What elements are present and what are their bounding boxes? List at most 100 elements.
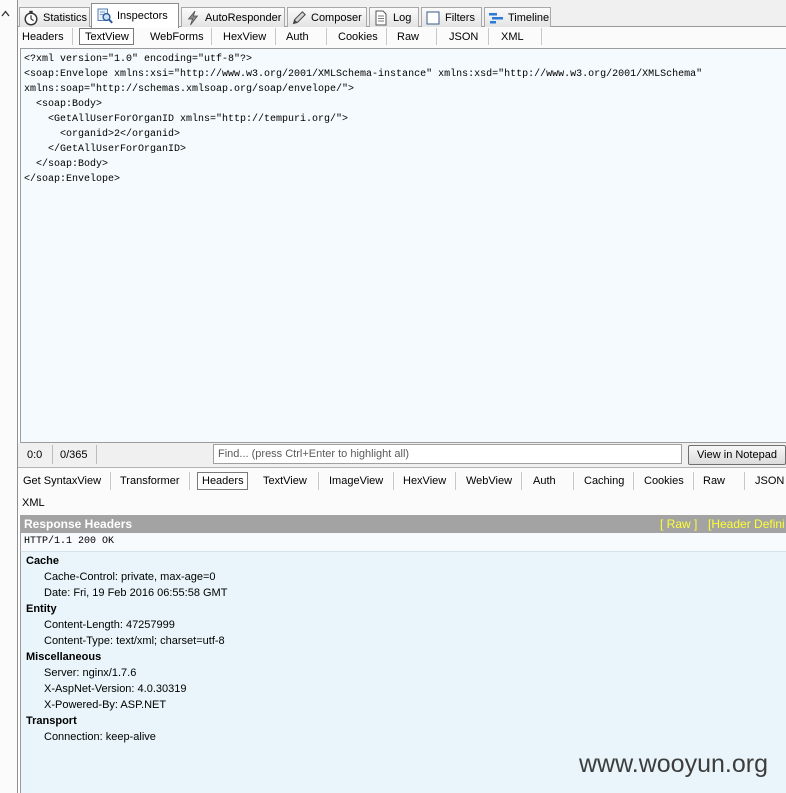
tab-autoresponder[interactable]: AutoResponder — [181, 7, 285, 27]
fiddler-inspectors-window: Statistics Inspectors AutoResponder Comp… — [0, 0, 786, 793]
tab-inspectors[interactable]: Inspectors — [91, 3, 179, 28]
tab-filters[interactable]: Filters — [421, 7, 482, 27]
response-tab-webview[interactable]: WebView — [456, 472, 522, 490]
request-tab-auth[interactable]: Auth — [276, 28, 327, 45]
tab-label: Auth — [286, 30, 309, 43]
stopwatch-icon — [23, 10, 39, 26]
header-item[interactable]: Connection: keep-alive — [21, 729, 786, 745]
checkbox-icon — [425, 10, 441, 26]
header-group-cache[interactable]: Cache — [21, 553, 786, 569]
tab-label: WebForms — [150, 30, 204, 43]
tab-label: Caching — [584, 475, 625, 487]
timeline-icon — [488, 10, 504, 26]
chevron-up-icon[interactable] — [1, 9, 10, 18]
tab-inspectors-label: Inspectors — [117, 10, 168, 22]
inspector-icon — [97, 8, 113, 24]
response-tab-xml[interactable]: XML — [19, 494, 59, 511]
tab-statistics-label: Statistics — [43, 11, 88, 24]
tab-label: JSON — [449, 30, 479, 43]
tab-label: XML — [501, 30, 524, 43]
request-tab-headers[interactable]: Headers — [19, 28, 73, 45]
view-in-notepad-button[interactable]: View in Notepad — [688, 445, 786, 465]
request-tab-textview[interactable]: TextView — [79, 28, 134, 45]
tab-label: HexView — [403, 475, 447, 487]
request-tab-raw[interactable]: Raw — [387, 28, 437, 45]
tab-label: Raw — [703, 475, 726, 487]
request-tab-cookies[interactable]: Cookies — [327, 28, 387, 45]
response-tab-headers[interactable]: Headers — [197, 472, 248, 490]
code-line: </soap:Envelope> — [24, 174, 121, 185]
watermark: www.wooyun.org — [579, 750, 768, 778]
response-tab-hexview[interactable]: HexView — [394, 472, 456, 490]
selection-count: 0/365 — [53, 445, 97, 464]
response-tab-raw[interactable]: Raw — [694, 472, 745, 490]
tab-label: Cookies — [644, 475, 684, 487]
code-line: </GetAllUserForOrganID> — [24, 144, 187, 155]
request-tab-json[interactable]: JSON — [437, 28, 489, 45]
tab-label: XML — [22, 496, 45, 509]
tab-label: Headers — [202, 475, 244, 487]
code-line: <GetAllUserForOrganID xmlns="http://temp… — [24, 114, 349, 125]
response-tab-caching[interactable]: Caching — [574, 472, 634, 490]
caret-position: 0:0 — [21, 445, 53, 464]
response-headers-title: Response Headers — [24, 517, 133, 531]
response-tab-cookies[interactable]: Cookies — [634, 472, 694, 490]
response-tab-imageview[interactable]: ImageView — [319, 472, 394, 490]
request-tab-hexview[interactable]: HexView — [212, 28, 276, 45]
tab-log-label: Log — [393, 11, 412, 24]
header-item[interactable]: Server: nginx/1.7.6 — [21, 665, 786, 681]
header-item[interactable]: Content-Length: 47257999 — [21, 617, 786, 633]
tab-timeline-label: Timeline — [508, 11, 550, 24]
http-status-line: HTTP/1.1 200 OK — [20, 533, 786, 552]
tab-label: Transformer — [120, 475, 180, 487]
header-item[interactable]: Content-Type: text/xml; charset=utf-8 — [21, 633, 786, 649]
response-tab-textview[interactable]: TextView — [252, 472, 319, 490]
tab-label: WebView — [466, 475, 513, 487]
tab-label: Get SyntaxView — [23, 475, 102, 487]
tab-timeline[interactable]: Timeline — [484, 7, 551, 27]
raw-link[interactable]: [ Raw ] — [660, 515, 702, 533]
tab-label: Cookies — [338, 30, 378, 43]
code-line: </soap:Body> — [24, 159, 109, 170]
tab-label: ImageView — [329, 475, 384, 487]
tab-label: TextView — [263, 475, 307, 487]
log-icon — [373, 10, 389, 26]
tab-label: TextView — [85, 30, 129, 43]
tab-autoresponder-label: AutoResponder — [205, 11, 282, 24]
tab-statistics[interactable]: Statistics — [19, 7, 90, 27]
header-item[interactable]: Cache-Control: private, max-age=0 — [21, 569, 786, 585]
response-tab-json[interactable]: JSON — [745, 472, 786, 490]
response-headers-bar: Response Headers [ Raw ] [Header Defini — [20, 515, 786, 533]
code-line: xmlns:soap="http://schemas.xmlsoap.org/s… — [24, 84, 355, 95]
header-item[interactable]: X-Powered-By: ASP.NET — [21, 697, 786, 713]
response-tab-get-syntaxview[interactable]: Get SyntaxView — [19, 472, 111, 490]
header-item[interactable]: Date: Fri, 19 Feb 2016 06:55:58 GMT — [21, 585, 786, 601]
code-line: <organid>2</organid> — [24, 129, 181, 140]
request-body-textview[interactable]: <?xml version="1.0" encoding="utf-8"?> <… — [20, 48, 786, 443]
tab-label: JSON — [755, 475, 785, 487]
header-definitions-link[interactable]: [Header Defini — [708, 515, 786, 533]
tab-composer-label: Composer — [311, 11, 362, 24]
tab-label: Auth — [533, 475, 556, 487]
find-input[interactable] — [213, 444, 682, 464]
response-tab-auth[interactable]: Auth — [522, 472, 574, 490]
tab-log[interactable]: Log — [369, 7, 419, 27]
header-item[interactable]: X-AspNet-Version: 4.0.30319 — [21, 681, 786, 697]
header-group-entity[interactable]: Entity — [21, 601, 786, 617]
tab-label: Raw — [397, 30, 420, 43]
tab-filters-label: Filters — [445, 11, 475, 24]
header-group-transport[interactable]: Transport — [21, 713, 786, 729]
code-line: <soap:Envelope xmlns:xsi="http://www.w3.… — [24, 69, 703, 80]
left-collapsed-pane — [0, 0, 18, 793]
tab-composer[interactable]: Composer — [287, 7, 367, 27]
header-group-miscellaneous[interactable]: Miscellaneous — [21, 649, 786, 665]
lightning-icon — [185, 10, 201, 26]
code-line: <?xml version="1.0" encoding="utf-8"?> — [24, 54, 253, 65]
tab-label: Headers — [22, 30, 64, 43]
code-line: <soap:Body> — [24, 99, 103, 110]
request-tab-xml[interactable]: XML — [489, 28, 542, 45]
tab-label: HexView — [223, 30, 267, 43]
request-tab-webforms[interactable]: WebForms — [141, 28, 212, 45]
pencil-icon — [291, 10, 307, 26]
response-tab-transformer[interactable]: Transformer — [111, 472, 190, 490]
